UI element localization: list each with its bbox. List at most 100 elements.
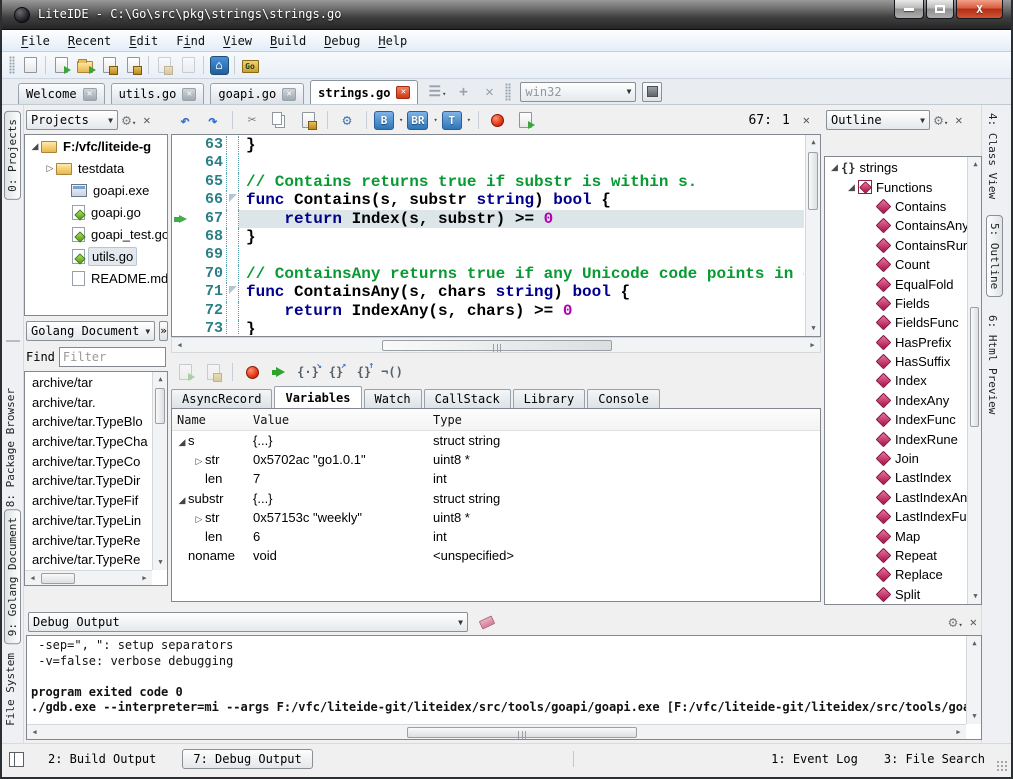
outline-item-join[interactable]: Join <box>826 449 967 468</box>
docs-more-button[interactable]: » <box>159 321 168 341</box>
debug-tab-library[interactable]: Library <box>513 389 586 408</box>
paste-button[interactable] <box>296 109 320 132</box>
outline-item-equalfold[interactable]: EqualFold <box>826 274 967 293</box>
debug-tab-callstack[interactable]: CallStack <box>424 389 511 408</box>
clear-output-icon[interactable] <box>479 615 495 629</box>
scroll-right-icon[interactable]: ▶ <box>137 571 152 586</box>
output-vertical-scrollbar[interactable]: ▲ ▼ <box>966 636 981 724</box>
output-gear-button[interactable]: ⚙▾ <box>949 613 963 631</box>
expander-icon[interactable]: ◢ <box>176 437 188 448</box>
expander-icon[interactable]: ◢ <box>29 141 41 152</box>
projects-gear-button[interactable]: ⚙▾ <box>122 111 136 129</box>
step-into-button[interactable]: {·}↘ <box>296 361 320 384</box>
minimize-button[interactable] <box>894 0 924 19</box>
debug-output-panel[interactable]: -sep=", ": setup separators -v=false: ve… <box>26 635 982 740</box>
tab-close-icon[interactable]: ✕ <box>83 88 97 101</box>
build-button[interactable]: B <box>374 111 394 130</box>
tree-item-testdata[interactable]: ▷testdata <box>25 157 167 179</box>
outline-item-containsany[interactable]: ContainsAny <box>826 216 967 235</box>
outline-item-indexany[interactable]: IndexAny <box>826 391 967 410</box>
column-value[interactable]: Value <box>248 413 428 427</box>
menu-debug[interactable]: Debug <box>315 32 369 50</box>
table-row[interactable]: ◢s{...}struct string <box>172 431 820 450</box>
status-event-log[interactable]: 1: Event Log <box>771 752 858 766</box>
list-item[interactable]: archive/tar.TypeLin <box>26 511 152 531</box>
list-item[interactable]: archive/tar. <box>26 393 152 413</box>
list-item[interactable]: archive/tar.TypeRe <box>26 531 152 551</box>
outline-item-replace[interactable]: Replace <box>826 565 967 584</box>
output-horizontal-scrollbar[interactable]: ◀ ▶ <box>27 724 966 739</box>
run-to-line-button[interactable]: ¬() <box>380 361 404 384</box>
add-file-button[interactable] <box>152 54 176 77</box>
expander-icon[interactable]: ◢ <box>829 162 840 173</box>
tab-Welcome[interactable]: Welcome✕ <box>18 83 105 104</box>
outline-item-containsrune[interactable]: ContainsRune <box>826 236 967 255</box>
table-row[interactable]: ◢substr{...}struct string <box>172 489 820 508</box>
code-line-73[interactable]: 73} <box>173 320 804 335</box>
code-line-72[interactable]: 72 return IndexAny(s, chars) >= 0 <box>173 302 804 320</box>
outline-item-fieldsfunc[interactable]: FieldsFunc <box>826 313 967 332</box>
code-line-69[interactable]: 69 <box>173 246 804 264</box>
outline-item-fields[interactable]: Fields <box>826 294 967 313</box>
column-name[interactable]: Name <box>172 413 248 427</box>
editor-close-button[interactable]: ✕ <box>800 113 813 127</box>
undo-button[interactable]: ↶ <box>173 109 197 132</box>
code-line-70[interactable]: 70// ContainsAny returns true if any Uni… <box>173 265 804 283</box>
output-selector[interactable]: Debug Output ▼ <box>28 612 468 632</box>
save-file-button[interactable] <box>97 54 121 77</box>
code-line-68[interactable]: 68} <box>173 228 804 246</box>
split-editor-button[interactable]: + <box>450 84 476 100</box>
chevron-down-icon[interactable]: ▾ <box>399 116 403 124</box>
save-all-button[interactable] <box>121 54 145 77</box>
debug-tab-console[interactable]: Console <box>587 389 660 408</box>
scroll-thumb[interactable] <box>41 573 75 584</box>
docs-selector[interactable]: Golang Document ▼ <box>26 321 155 341</box>
output-close-button[interactable]: ✕ <box>967 615 980 629</box>
debug-tab-watch[interactable]: Watch <box>364 389 422 408</box>
outline-item-lastindexfunc[interactable]: LastIndexFunc <box>826 507 967 526</box>
resize-grip[interactable] <box>996 760 1008 772</box>
code-line-66[interactable]: 66func Contains(s, substr string) bool { <box>173 191 804 209</box>
expander-icon[interactable]: ▷ <box>193 456 205 467</box>
outline-item-indexfunc[interactable]: IndexFunc <box>826 410 967 429</box>
projects-close-button[interactable]: ✕ <box>140 113 153 127</box>
outline-item-index[interactable]: Index <box>826 371 967 390</box>
outline-gear-button[interactable]: ⚙▾ <box>934 111 948 129</box>
tree-item-goapi-go[interactable]: goapi.go <box>25 201 167 223</box>
menu-edit[interactable]: Edit <box>120 32 167 50</box>
edit-file-button[interactable] <box>176 54 200 77</box>
sidebar-item-6-html-preview[interactable]: 6: Html Preview <box>986 315 999 414</box>
debug-file-button[interactable] <box>514 109 538 132</box>
menu-recent[interactable]: Recent <box>59 32 120 50</box>
scroll-left-icon[interactable]: ◀ <box>25 571 40 586</box>
outline-item-hassuffix[interactable]: HasSuffix <box>826 352 967 371</box>
tab-strings-go[interactable]: strings.go✕ <box>310 80 418 104</box>
close-editor-button[interactable]: ✕ <box>476 84 502 100</box>
docs-vertical-scrollbar[interactable]: ▲ ▼ <box>152 372 167 570</box>
chevron-down-icon[interactable]: ▾ <box>467 116 471 124</box>
gopath-button[interactable]: Go <box>238 54 262 77</box>
editor-vertical-scrollbar[interactable]: ▲ ▼ <box>805 135 820 336</box>
table-row[interactable]: ▷str0x57153c "weekly"uint8 * <box>172 508 820 527</box>
open-file-button[interactable] <box>49 54 73 77</box>
menu-find[interactable]: Find <box>167 32 214 50</box>
target-selector[interactable]: win32 ▼ <box>520 82 636 102</box>
code-editor[interactable]: 63}6465// Contains returns true if subst… <box>171 134 821 337</box>
outline-group-functions[interactable]: ◢Functions <box>826 177 967 196</box>
continue-button[interactable] <box>268 361 292 384</box>
list-item[interactable]: archive/tar.TypeCo <box>26 452 152 472</box>
status-build-output[interactable]: 2: Build Output <box>36 752 168 766</box>
outline-item-map[interactable]: Map <box>826 526 967 545</box>
list-item[interactable]: archive/tar.TypeFif <box>26 491 152 511</box>
scroll-down-icon[interactable]: ▼ <box>806 321 821 336</box>
code-line-63[interactable]: 63} <box>173 136 804 154</box>
tab-utils-go[interactable]: utils.go✕ <box>111 83 205 104</box>
close-button[interactable]: X <box>956 0 1003 19</box>
tree-item-goapi_test-go[interactable]: goapi_test.go <box>25 223 167 245</box>
toolbar-grip[interactable] <box>9 56 15 74</box>
stop-debug-button[interactable] <box>240 361 264 384</box>
tree-item-f-vfc-liteide-g[interactable]: ◢F:/vfc/liteide-g <box>25 135 167 157</box>
code-line-65[interactable]: 65// Contains returns true if substr is … <box>173 173 804 191</box>
outline-item-repeat[interactable]: Repeat <box>826 546 967 565</box>
scroll-down-icon[interactable]: ▼ <box>153 555 168 570</box>
